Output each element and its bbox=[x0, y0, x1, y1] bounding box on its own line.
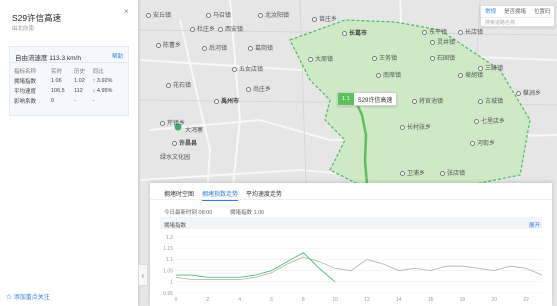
add-follow-link[interactable]: ☆ 添加重点关注 bbox=[6, 292, 50, 301]
live-value: 1.06 bbox=[50, 78, 62, 84]
free-flow-speed: 自由流速度 113.3 km/h bbox=[15, 55, 81, 62]
map-place-label: 南席镇 bbox=[376, 70, 401, 79]
x-tick-label: 20 bbox=[491, 297, 497, 303]
congestion-chart: 1.2 1.15 1.1 1.05 1 0.950 2 4 6 8 10 12 14 16 18 20 22 bbox=[163, 235, 543, 303]
map-place-label: 许昌县 bbox=[172, 138, 197, 147]
road-badge: 1.1 bbox=[338, 93, 354, 105]
map-place-label: 灵井镇 bbox=[430, 37, 455, 46]
x-tick-label: 4 bbox=[238, 297, 241, 303]
x-tick-label: 8 bbox=[302, 297, 305, 303]
map-place-label: 大周镇 bbox=[308, 54, 333, 63]
map-place-label: 苗庄乡 bbox=[312, 14, 337, 23]
road-title: S29许信高速 bbox=[12, 13, 62, 23]
road-direction: 由北向南 bbox=[12, 26, 35, 32]
table-row: 拥堵指数 1.06 1.02 ↑ 3.92% bbox=[14, 76, 126, 86]
map-place-label: 后河镇 bbox=[202, 43, 227, 52]
map-toolbar: 常规 是否拥堵 位置码 搜索道路名称 bbox=[480, 5, 555, 27]
star-icon: ☆ bbox=[6, 295, 13, 301]
stats-table: 指标名称 实时 历史 同比 拥堵指数 1.06 1.02 ↑ 3.92% 平均速… bbox=[14, 66, 126, 106]
map-place-label: 花石镇 bbox=[166, 80, 191, 89]
map-place-label: 将官池镇 bbox=[412, 96, 443, 105]
live-value: 106.5 bbox=[50, 88, 65, 94]
metric-name: 影响系数 bbox=[14, 99, 37, 105]
x-tick-label: 10 bbox=[332, 297, 338, 303]
road-detail-panel: × S29许信高速 由北向南 自由流速度 113.3 km/h 帮助 指标名称 … bbox=[0, 0, 138, 306]
x-tick-label: 0 bbox=[175, 297, 178, 303]
col-header: 实时 bbox=[50, 69, 62, 75]
col-header: 指标名称 bbox=[14, 69, 37, 75]
map-place-label: 长葛市 bbox=[342, 28, 367, 37]
map-place-label: 葛岗镇 bbox=[248, 43, 273, 52]
help-link[interactable]: 帮助 bbox=[112, 52, 123, 60]
map-place-label: 长村张乡 bbox=[400, 122, 431, 131]
series-line-历史 bbox=[175, 256, 543, 281]
add-follow-label: 添加重点关注 bbox=[13, 295, 50, 301]
x-tick-label: 14 bbox=[396, 297, 402, 303]
map-place-label: 安丘镇 bbox=[146, 10, 171, 19]
hist-value: 1.02 bbox=[74, 78, 85, 84]
map-place-label: 东平镇 bbox=[422, 27, 447, 36]
map-place-label: 尚庄乡 bbox=[246, 84, 271, 93]
chevron-left-icon: ‹ bbox=[141, 270, 145, 280]
map-place-label: 西安镇 bbox=[218, 24, 243, 33]
map-poi-label: 绿水文化园 bbox=[160, 155, 191, 161]
road-label[interactable]: 1.1 S29许信高速 bbox=[337, 92, 398, 106]
map-place-label: 张店镇 bbox=[440, 168, 465, 177]
y-tick-label: 1 bbox=[170, 280, 173, 286]
table-row: 影响系数 0 - - bbox=[14, 96, 126, 106]
map-place-label: 椹涧乡 bbox=[516, 88, 541, 97]
map-place-label: 陈曹乡 bbox=[156, 40, 181, 49]
yoy-value: - bbox=[92, 98, 95, 104]
map-place-label: 坡胡镇 bbox=[458, 70, 483, 79]
x-tick-label: 2 bbox=[206, 297, 209, 303]
live-value: 0 bbox=[50, 98, 55, 104]
y-tick-label: 1.2 bbox=[166, 235, 173, 241]
y-tick-label: 1.05 bbox=[163, 268, 173, 274]
map-place-label: 禹州市 bbox=[214, 96, 239, 105]
map-place-label: 马召镇 bbox=[206, 10, 231, 19]
map-place-label: 北汝阳镇 bbox=[258, 10, 289, 19]
tab-location-code[interactable]: 位置码 bbox=[530, 6, 555, 17]
collapse-panel-button[interactable]: ‹ bbox=[138, 264, 148, 286]
road-search-input[interactable]: 搜索道路名称 bbox=[481, 17, 554, 27]
yoy-value: ↓ 4.95% bbox=[92, 88, 113, 94]
x-tick-label: 12 bbox=[364, 297, 370, 303]
stats-card: 自由流速度 113.3 km/h 帮助 指标名称 实时 历史 同比 拥堵指数 1… bbox=[9, 46, 129, 116]
x-tick-label: 16 bbox=[428, 297, 434, 303]
close-icon[interactable]: × bbox=[124, 7, 129, 16]
map-poi-label: 大鸿寨 bbox=[185, 128, 204, 134]
col-header: 历史 bbox=[74, 69, 86, 75]
divider bbox=[10, 62, 128, 63]
table-row: 平均速度 106.5 112 ↓ 4.95% bbox=[14, 86, 126, 96]
map-mode-tabs: 常规 是否拥堵 位置码 bbox=[481, 6, 554, 17]
x-tick-label: 22 bbox=[523, 297, 529, 303]
y-tick-label: 0.95 bbox=[163, 291, 173, 297]
metric-name: 拥堵指数 bbox=[14, 79, 37, 85]
metric-name: 平均速度 bbox=[14, 89, 37, 95]
hist-value: 112 bbox=[74, 88, 83, 94]
table-header: 指标名称 实时 历史 同比 bbox=[14, 66, 126, 76]
y-tick-label: 1.15 bbox=[163, 246, 173, 252]
hist-value: - bbox=[74, 98, 76, 104]
tab-normal[interactable]: 常规 bbox=[481, 6, 500, 17]
tab-congestion[interactable]: 是否拥堵 bbox=[500, 6, 530, 17]
road-name: S29许信高速 bbox=[357, 97, 393, 104]
trend-card: 拥堵时空图 拥堵指数走势 平均速度走势 今日最新时刻 08:00 拥堵指数 1.… bbox=[150, 183, 552, 306]
map-place-label: 石固镇 bbox=[430, 53, 455, 62]
map-place-label: 古城镇 bbox=[478, 96, 503, 105]
map-place-label: 河街乡 bbox=[470, 138, 495, 147]
x-tick-label: 6 bbox=[270, 297, 273, 303]
map-place-label: 卫浦乡 bbox=[400, 168, 425, 177]
map-place-label: 王务镇 bbox=[372, 53, 397, 62]
col-header: 同比 bbox=[92, 69, 104, 75]
map-place-label: 长店镇 bbox=[458, 27, 483, 36]
x-tick-label: 18 bbox=[460, 297, 466, 303]
map-place-label: 芹镇乡 bbox=[160, 118, 185, 127]
yoy-value: ↑ 3.92% bbox=[92, 78, 113, 84]
map-place-label: 七里店乡 bbox=[474, 116, 505, 125]
map-place-label: 杜庄乡 bbox=[190, 24, 215, 33]
map-place-label: 五女店镇 bbox=[232, 64, 263, 73]
y-tick-label: 1.1 bbox=[166, 257, 173, 263]
